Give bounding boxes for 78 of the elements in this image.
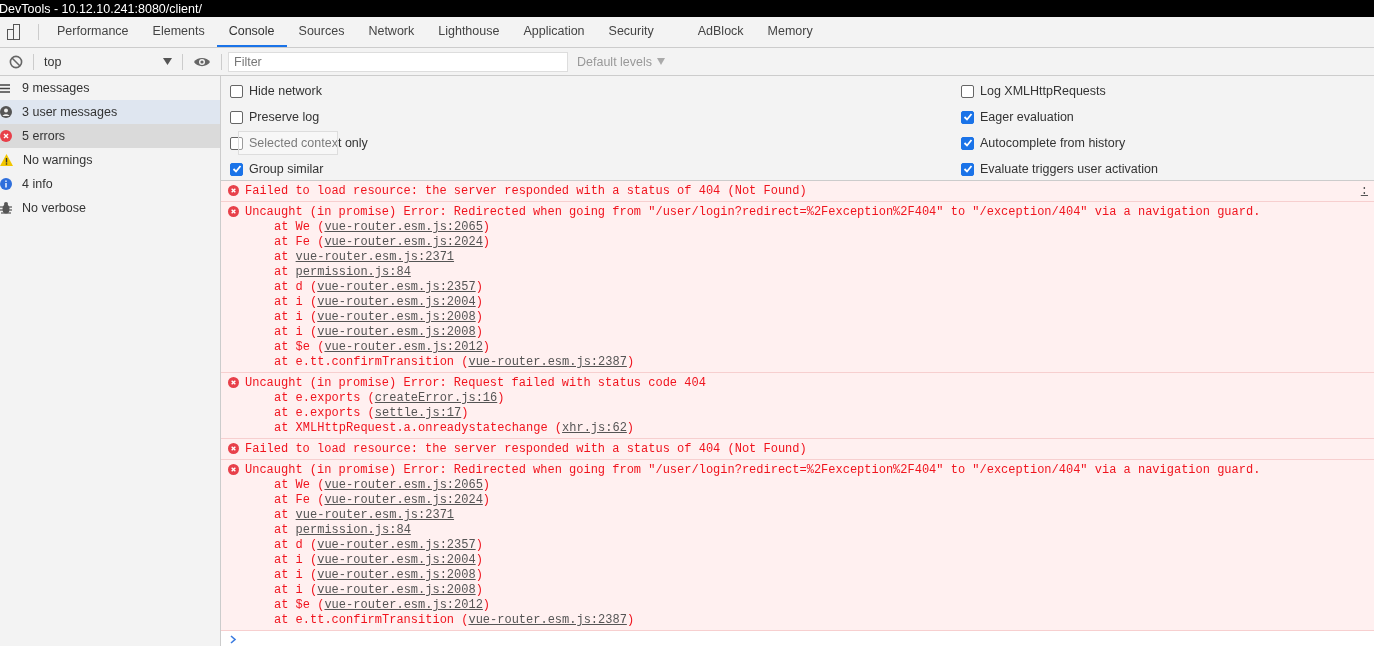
stack-frame: at $e (vue-router.esm.js:2012) [245, 598, 1368, 613]
tab[interactable]: AdBlock [685, 17, 756, 47]
window-title: DevTools - 10.12.10.241:8080/client/ [0, 1, 202, 16]
error-text: Uncaught (in promise) Error: Redirected when going from "/user/login?redirect=%2Fexception%2F404" to "/exception/404" via a navigation guard. [245, 463, 1262, 478]
stack-frame: at e.tt.confirmTransition (vue-router.esm.js:2387) [245, 355, 1368, 370]
source-link[interactable]: vue-router.esm.js:2065 [324, 478, 483, 492]
sidebar-item[interactable]: No warnings [0, 148, 220, 172]
checkbox-option[interactable]: Autocomplete from history [961, 130, 1126, 156]
source-link[interactable]: createError.js:16 [374, 391, 498, 405]
source-link[interactable]: vue-router.esm.js:2357 [317, 538, 476, 552]
sidebar-item[interactable]: 9 messages [0, 76, 220, 100]
checkbox-option[interactable]: Hide network [230, 78, 322, 104]
checkbox-option[interactable]: Eager evaluation [961, 104, 1074, 130]
tab[interactable]: Sources [286, 17, 357, 47]
tab[interactable]: Security [596, 17, 666, 47]
source-link[interactable]: vue-router.esm.js:2065 [324, 220, 483, 234]
error-text: Failed to load resource: the server responded with a status of 404 (Not Found) [245, 184, 808, 199]
source-link[interactable]: vue-router.esm.js:2008 [317, 568, 476, 582]
checkbox-option[interactable]: Group similar [230, 156, 324, 182]
checkbox-option[interactable]: Preserve log [230, 104, 320, 130]
stack-frame: at i (vue-router.esm.js:2008) [245, 568, 1368, 583]
context-select[interactable]: top [40, 54, 176, 69]
stack-frame: at e.exports (createError.js:16) [245, 391, 1368, 406]
source-link[interactable]: vue-router.esm.js:2024 [324, 493, 483, 507]
tab[interactable]: Elements [140, 17, 217, 47]
error-text: Uncaught (in promise) Error: Redirected when going from "/user/login?redirect=%2Fexception%2F404" to "/exception/404" via a navigation guard. [245, 205, 1262, 220]
source-link[interactable]: vue-router.esm.js:2004 [317, 553, 476, 567]
source-link[interactable]: vue-router.esm.js:2012 [324, 340, 483, 354]
checkbox-option[interactable]: Log XMLHttpRequests [961, 78, 1106, 104]
stack-frame: at vue-router.esm.js:2371 [245, 250, 1368, 265]
stack-frame: at i (vue-router.esm.js:2008) [245, 310, 1368, 325]
stack-frame: at e.exports (settle.js:17) [245, 406, 1368, 421]
source-link[interactable]: settle.js:17 [374, 406, 462, 420]
source-link[interactable]: vue-router.esm.js:2008 [317, 583, 476, 597]
source-link[interactable]: vue-router.esm.js:2387 [468, 613, 627, 627]
source-link[interactable]: vue-router.esm.js:2012 [324, 598, 483, 612]
stack-frame: at i (vue-router.esm.js:2004) [245, 553, 1368, 568]
source-link[interactable]: vue-router.esm.js:2371 [295, 508, 455, 522]
stack-frame: at $e (vue-router.esm.js:2012) [245, 340, 1368, 355]
stack-frame: at i (vue-router.esm.js:2008) [245, 325, 1368, 340]
stack-frame: at e.tt.confirmTransition (vue-router.esm.js:2387) [245, 613, 1368, 628]
source-link[interactable]: permission.js:84 [295, 265, 411, 279]
source-link[interactable]: vue-router.esm.js:2387 [468, 355, 627, 369]
stack-frame: at i (vue-router.esm.js:2004) [245, 295, 1368, 310]
tab[interactable]: Lighthouse [426, 17, 512, 47]
source-link[interactable]: vue-router.esm.js:2004 [317, 295, 476, 309]
error-text: Failed to load resource: the server responded with a status of 404 (Not Found) [245, 442, 808, 457]
stack-frame: at XMLHttpRequest.a.onreadystatechange (xhr.js:62) [245, 421, 1368, 436]
stack-frame: at permission.js:84 [245, 265, 1368, 280]
source-link[interactable]: vue-router.esm.js:2008 [317, 325, 476, 339]
stack-frame: at d (vue-router.esm.js:2357) [245, 538, 1368, 553]
stack-frame: at vue-router.esm.js:2371 [245, 508, 1368, 523]
checkbox-option[interactable]: Evaluate triggers user activation [961, 156, 1158, 182]
source-link[interactable]: permission.js:84 [295, 523, 411, 537]
filter-field[interactable]: Filter [228, 51, 568, 72]
tab[interactable]: Performance [45, 17, 141, 47]
stack-frame: at Fe (vue-router.esm.js:2024) [245, 235, 1368, 250]
source-link[interactable]: vue-router.esm.js:2008 [317, 310, 476, 324]
source-link[interactable]: xhr.js:62 [562, 421, 627, 435]
tab[interactable]: Application [511, 17, 597, 47]
source-link[interactable]: vue-router.esm.js:2371 [295, 250, 455, 264]
stack-frame: at We (vue-router.esm.js:2065) [245, 220, 1368, 235]
sidebar-item[interactable]: 5 errors [0, 124, 220, 148]
stack-frame: at i (vue-router.esm.js:2008) [245, 583, 1368, 598]
source-link[interactable]: vue-router.esm.js:2357 [317, 280, 476, 294]
tab[interactable]: Network [356, 17, 427, 47]
error-text: Uncaught (in promise) Error: Request failed with status code 404 [245, 376, 707, 391]
sidebar-item[interactable]: No verbose [0, 196, 220, 220]
checkbox-option[interactable]: Selected context only [230, 130, 368, 156]
stack-frame: at d (vue-router.esm.js:2357) [245, 280, 1368, 295]
source-link[interactable]: : [1360, 184, 1368, 199]
stack-frame: at permission.js:84 [245, 523, 1368, 538]
stack-frame: at Fe (vue-router.esm.js:2024) [245, 493, 1368, 508]
stack-frame: at We (vue-router.esm.js:2065) [245, 478, 1368, 493]
source-link[interactable]: vue-router.esm.js:2024 [324, 235, 483, 249]
tab[interactable]: Memory [755, 17, 825, 47]
sidebar-item[interactable]: 4 info [0, 172, 220, 196]
sidebar-item[interactable]: 3 user messages [0, 100, 220, 124]
